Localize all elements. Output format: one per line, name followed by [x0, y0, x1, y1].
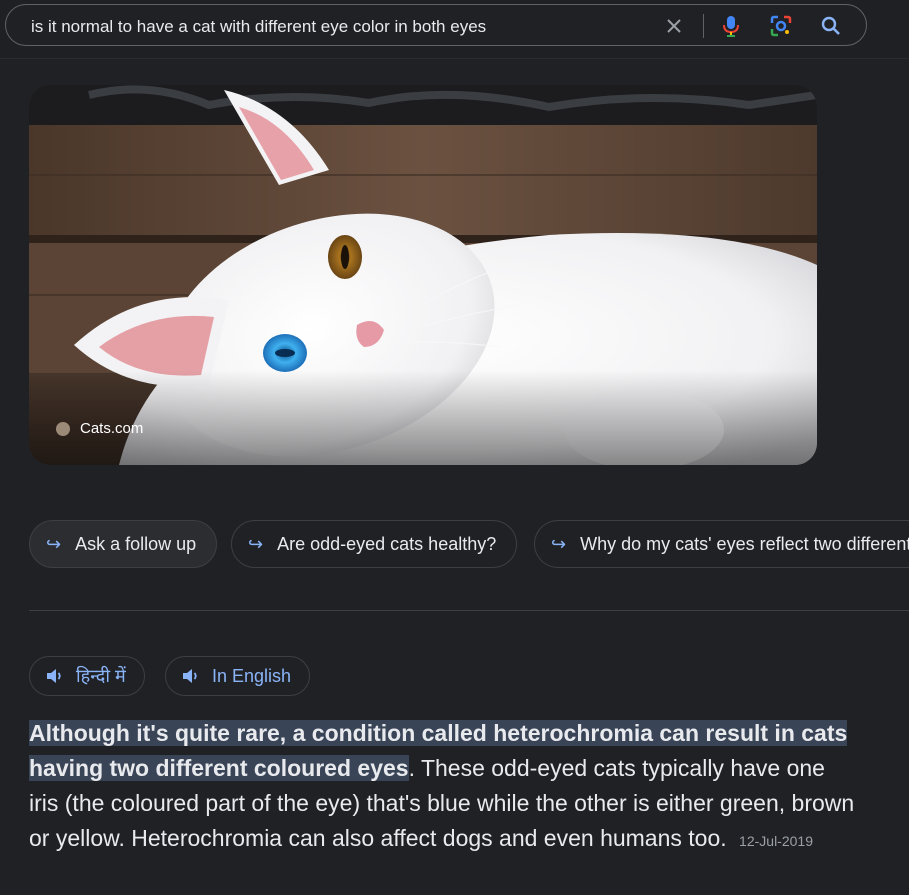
microphone-icon[interactable]: [718, 13, 744, 39]
lens-camera-icon[interactable]: [768, 13, 794, 39]
cat-image[interactable]: Cats.com: [29, 85, 817, 465]
follow-up-arrow-icon: ↪: [46, 533, 62, 554]
follow-up-arrow-icon: ↪: [248, 533, 264, 554]
search-input[interactable]: is it normal to have a cat with differen…: [31, 17, 486, 37]
ask-follow-up-chip[interactable]: ↪ Ask a follow up: [29, 520, 218, 568]
language-label: हिन्दी में: [76, 666, 126, 686]
chip-label: Are odd-eyed cats healthy?: [277, 533, 497, 554]
chip-label: Ask a follow up: [75, 533, 197, 554]
related-question-chip[interactable]: ↪ Are odd-eyed cats healthy?: [231, 520, 518, 568]
search-header: is it normal to have a cat with differen…: [0, 0, 909, 59]
listen-english-button[interactable]: In English: [165, 656, 311, 696]
featured-answer: Although it's quite rare, a condition ca…: [29, 716, 859, 859]
image-source[interactable]: Cats.com: [56, 420, 143, 437]
speaker-icon: [47, 669, 61, 683]
search-icon[interactable]: [818, 13, 844, 39]
related-question-chip[interactable]: ↪ Why do my cats' eyes reflect two diffe…: [534, 520, 909, 568]
image-source-label: Cats.com: [80, 420, 144, 437]
clear-icon[interactable]: [661, 13, 687, 39]
language-label: In English: [212, 665, 292, 686]
listen-hindi-button[interactable]: हिन्दी में: [29, 656, 145, 696]
section-divider: [29, 610, 909, 611]
chip-label: Why do my cats' eyes reflect two differe…: [580, 533, 909, 554]
search-divider: [703, 14, 704, 38]
follow-up-arrow-icon: ↪: [551, 533, 567, 554]
answer-date: 12-Jul-2019: [739, 833, 813, 849]
source-favicon-icon: [56, 421, 70, 436]
speaker-icon: [183, 669, 197, 683]
search-bar[interactable]: is it normal to have a cat with differen…: [5, 4, 867, 46]
